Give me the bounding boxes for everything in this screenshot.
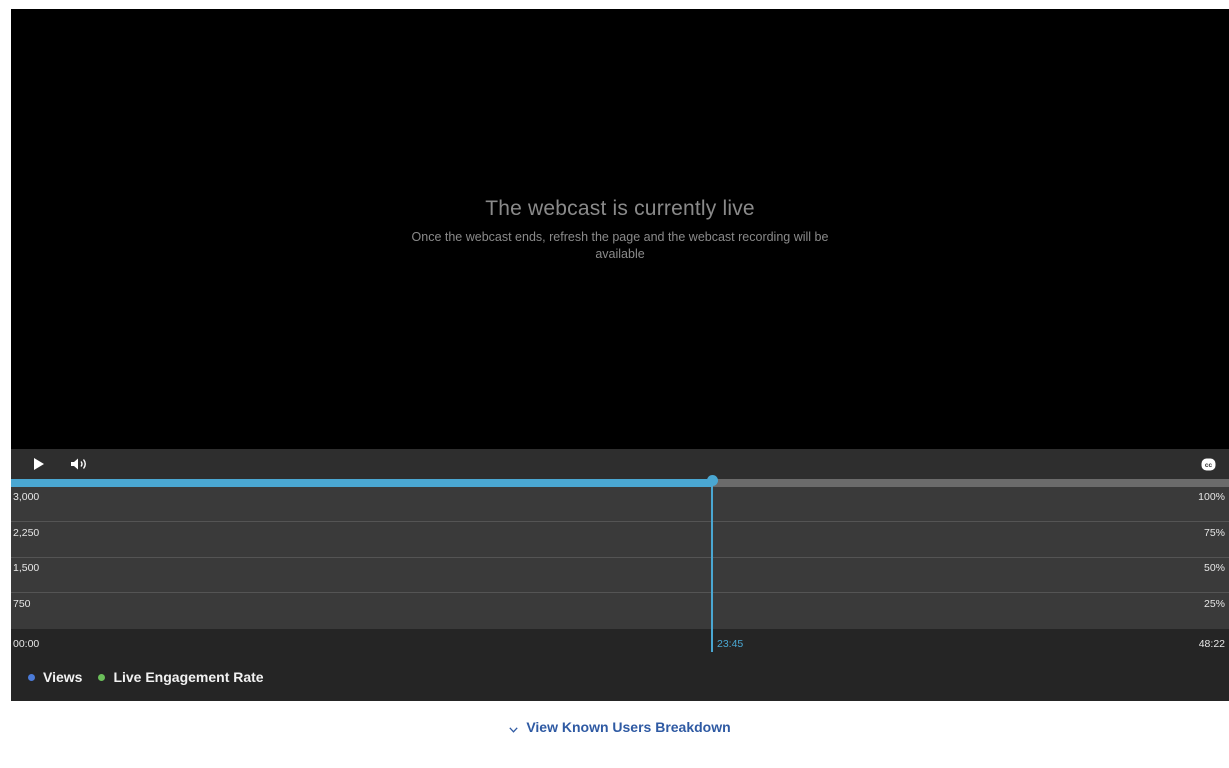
grid-line [11,592,1229,593]
grid-line [11,557,1229,558]
legend-item-engagement-rate[interactable]: Live Engagement Rate [98,669,264,685]
engagement-chart: 3,000 2,250 1,500 750 100% 75% 50% 25% [11,487,1229,629]
video-area[interactable]: The webcast is currently live Once the w… [11,9,1229,449]
legend-item-views[interactable]: Views [28,669,82,685]
progress-track[interactable] [11,475,1229,487]
y-tick-right: 75% [1203,527,1225,539]
y-tick-left: 3,000 [13,491,40,503]
video-status-title: The webcast is currently live [485,197,755,220]
chevron-down-icon [509,720,518,736]
breakdown-link-label: View Known Users Breakdown [526,719,731,735]
timeline-start-label: 00:00 [13,638,40,650]
engagement-dot-icon [98,673,106,681]
y-tick-left: 750 [13,598,31,610]
timeline-current-label: 23:45 [717,638,744,650]
views-dot-icon [28,673,35,681]
progress-fill [11,479,712,487]
legend-label: Live Engagement Rate [113,669,264,685]
playhead-line[interactable] [711,478,713,652]
legend-label: Views [43,669,83,685]
video-status-message: The webcast is currently live Once the w… [11,196,1229,263]
svg-text:cc: cc [1204,462,1212,469]
y-tick-left: 1,500 [13,562,40,574]
y-tick-right: 50% [1203,562,1225,574]
video-status-subtitle: Once the webcast ends, refresh the page … [411,230,829,261]
breakdown-section: View Known Users Breakdown [11,701,1229,768]
chart-legend: Views Live Engagement Rate [28,669,280,685]
timeline-bar: 00:00 23:45 48:22 Views Live Engagement … [11,629,1229,701]
player-controls-bar: cc [11,449,1229,478]
y-tick-right: 100% [1198,491,1225,503]
y-tick-right: 25% [1203,598,1225,610]
view-known-users-breakdown-link[interactable]: View Known Users Breakdown [11,719,1229,736]
grid-line [11,521,1229,522]
volume-icon[interactable] [69,455,91,473]
webcast-player-panel: The webcast is currently live Once the w… [11,9,1229,768]
y-tick-left: 2,250 [13,527,40,539]
progress-row [11,475,1229,487]
closed-captions-icon[interactable]: cc [1199,455,1217,473]
play-icon[interactable] [30,455,48,473]
timeline-end-label: 48:22 [1198,638,1225,650]
